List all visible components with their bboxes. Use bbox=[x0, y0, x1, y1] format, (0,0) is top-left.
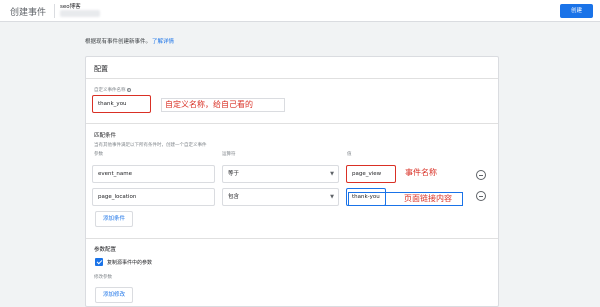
intro-text: 根据现有事件创建新事件。了解详情 bbox=[85, 37, 174, 45]
copy-params-checkbox[interactable] bbox=[95, 258, 103, 266]
config-divider bbox=[86, 78, 498, 79]
event-name-label-text: 自定义事件名称 bbox=[94, 88, 126, 93]
value-column-header: 值 bbox=[347, 152, 352, 157]
config-card: 配置 自定义事件名称? thank_you 自定义名称，给自己看的 匹配条件 当… bbox=[85, 56, 499, 307]
condition-param-input[interactable]: page_location bbox=[92, 188, 215, 206]
event-value-annotation: 事件名称 bbox=[405, 168, 437, 177]
condition-value-input[interactable]: page_view bbox=[346, 165, 396, 183]
condition-param-input[interactable]: event_name bbox=[92, 165, 215, 183]
operator-column-header: 运算符 bbox=[222, 152, 236, 157]
condition-operator-select[interactable]: 包含 ▼ bbox=[222, 188, 339, 206]
copy-params-label: 复制源事件中的参数 bbox=[107, 260, 153, 266]
event-name-input[interactable]: thank_you bbox=[92, 95, 151, 113]
intro-description: 根据现有事件创建新事件。 bbox=[85, 39, 152, 45]
remove-circle-icon[interactable] bbox=[476, 191, 486, 201]
section-divider-1 bbox=[86, 123, 498, 124]
page-title: 创建事件 bbox=[10, 8, 47, 18]
modify-params-label: 修改参数 bbox=[94, 275, 112, 280]
config-title: 配置 bbox=[94, 65, 108, 73]
add-modification-button[interactable]: 添加修改 bbox=[95, 287, 134, 303]
create-button[interactable]: 创建 bbox=[560, 4, 593, 18]
page-link-annotation: 页面链接内容 bbox=[348, 192, 463, 206]
condition-operator-select[interactable]: 等于 ▼ bbox=[222, 165, 339, 183]
caret-down-icon: ▼ bbox=[330, 171, 334, 177]
blurred-property-id bbox=[60, 10, 100, 17]
add-condition-button[interactable]: 添加条件 bbox=[95, 211, 134, 227]
title-divider bbox=[54, 4, 55, 18]
caret-down-icon: ▼ bbox=[330, 194, 334, 200]
section-divider-2 bbox=[86, 238, 498, 239]
learn-more-link[interactable]: 了解详情 bbox=[152, 39, 174, 45]
operator-value: 等于 bbox=[228, 171, 240, 177]
matching-title: 匹配条件 bbox=[94, 133, 117, 139]
help-icon[interactable]: ? bbox=[126, 87, 131, 92]
event-name-annotation: 自定义名称，给自己看的 bbox=[161, 98, 285, 112]
param-config-title: 参数配置 bbox=[94, 247, 117, 253]
event-name-label: 自定义事件名称? bbox=[94, 87, 131, 93]
matching-hint: 当有其他事件满足以下所有条件时，创建一个自定义事件 bbox=[94, 143, 207, 148]
param-column-header: 参数 bbox=[94, 152, 103, 157]
remove-circle-icon[interactable] bbox=[476, 170, 486, 180]
operator-value: 包含 bbox=[228, 194, 240, 200]
property-name: seo博客 bbox=[60, 4, 81, 10]
top-bar: 创建事件 seo博客 创建 bbox=[0, 0, 600, 22]
